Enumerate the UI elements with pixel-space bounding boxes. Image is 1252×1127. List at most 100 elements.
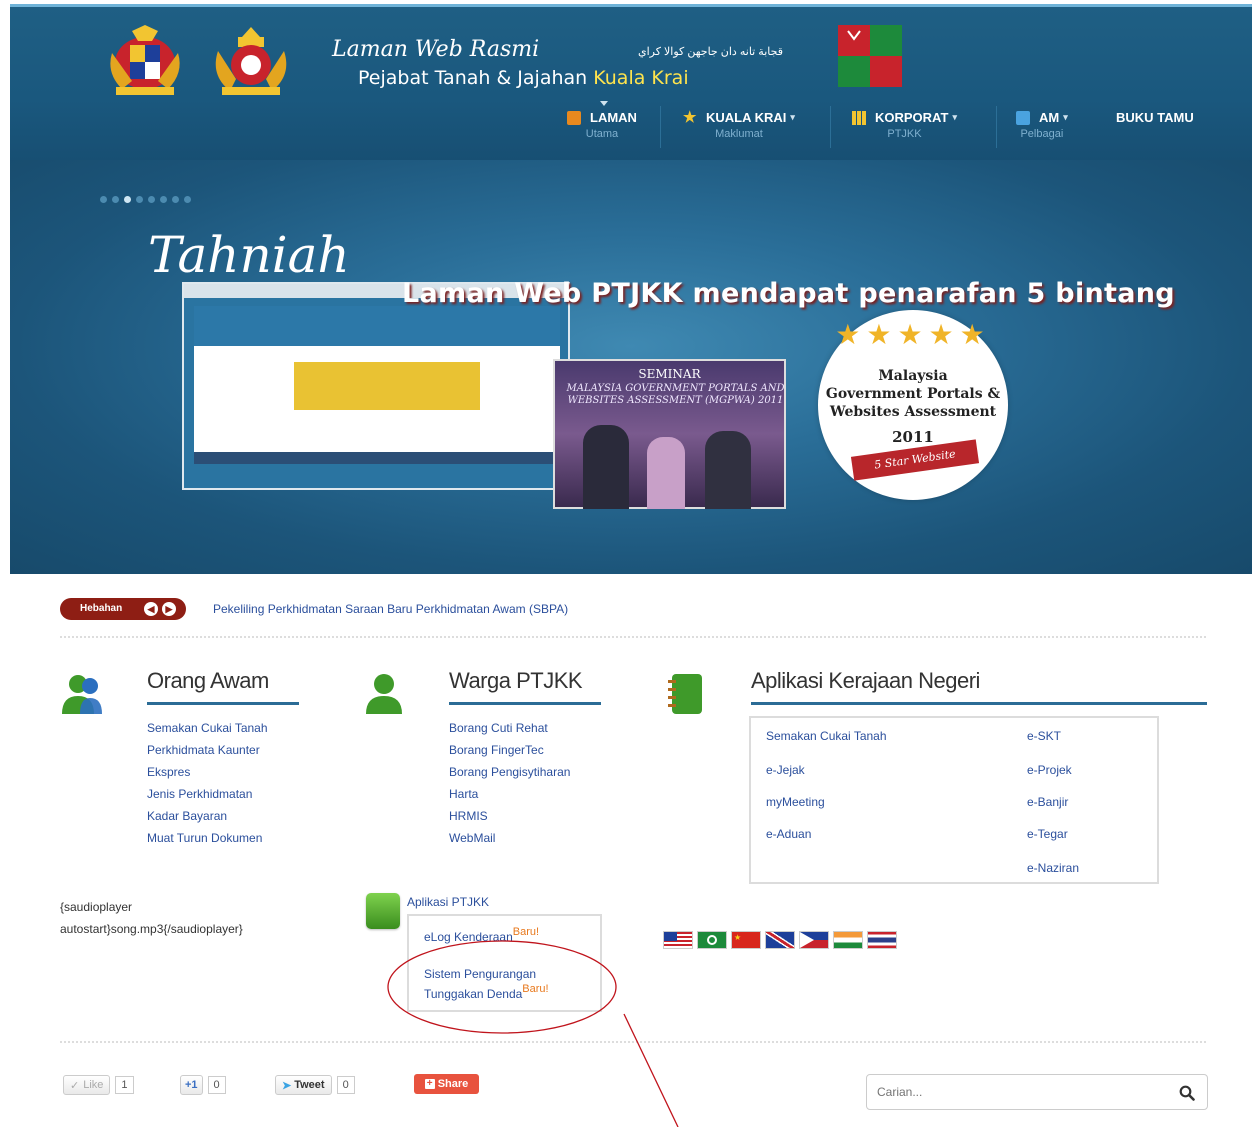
app-e-banjir[interactable]: e-Banjir — [1027, 795, 1068, 809]
badge-line2: Government Portals & — [825, 386, 1001, 402]
app-e-jejak[interactable]: e-Jejak — [766, 763, 805, 777]
link-borang-fingertec[interactable]: Borang FingerTec — [449, 739, 570, 761]
app-elog-label: eLog Kenderaan — [424, 930, 513, 944]
link-jenis-perkhidmatan[interactable]: Jenis Perkhidmatan — [147, 783, 268, 805]
orang-awam-links: Semakan Cukai Tanah Perkhidmata Kaunter … — [147, 717, 268, 849]
facebook-like[interactable]: ✓ Like 1 — [63, 1074, 134, 1096]
link-perkhidmatan-kaunter[interactable]: Perkhidmata Kaunter — [147, 739, 268, 761]
share-button[interactable]: + Share — [414, 1074, 479, 1094]
language-selector: ★ — [663, 931, 897, 949]
nav-buku-tamu[interactable]: BUKU TAMU — [1116, 110, 1194, 150]
hebahan-text: Hebahan — [80, 603, 123, 614]
photo-caption-event: MALAYSIA GOVERNMENT PORTALS AND WEBSITES… — [566, 383, 785, 406]
header-title-jawi: قجابة تانه دان جاجهن كوالا كراي — [638, 46, 783, 58]
flag-thailand-icon[interactable] — [867, 931, 897, 949]
kelantan-crest-logo — [215, 27, 287, 95]
app-e-naziran[interactable]: e-Naziran — [1027, 861, 1079, 875]
dropdown-indicator-icon — [600, 101, 608, 106]
flag-uk-icon[interactable] — [765, 931, 795, 949]
nav-korporat[interactable]: KORPORAT ▾ PTJKK — [852, 110, 957, 150]
link-borang-cuti-rehat[interactable]: Borang Cuti Rehat — [449, 717, 570, 739]
malaysia-coat-of-arms-logo — [110, 25, 180, 95]
app-e-tegar[interactable]: e-Tegar — [1027, 827, 1068, 841]
like-label: Like — [83, 1079, 104, 1091]
tweet-count: 0 — [336, 1076, 355, 1094]
flag-malaysia-icon[interactable] — [663, 931, 693, 949]
like-button[interactable]: ✓ Like — [63, 1075, 111, 1095]
app-sistem-pengurangan-tunggakan-denda[interactable]: Sistem Pengurangan Tunggakan DendaBaru! — [424, 962, 549, 1001]
link-kadar-bayaran[interactable]: Kadar Bayaran — [147, 805, 268, 827]
search-icon[interactable] — [1179, 1085, 1195, 1101]
banner-tahniah: Tahniah — [148, 226, 350, 284]
link-ekspres[interactable]: Ekspres — [147, 761, 268, 783]
search-input[interactable] — [867, 1075, 1167, 1109]
google-plus[interactable]: +1 0 — [180, 1074, 226, 1096]
flag-india-icon[interactable] — [833, 931, 863, 949]
link-hrmis[interactable]: HRMIS — [449, 805, 570, 827]
link-webmail[interactable]: WebMail — [449, 827, 570, 849]
app-e-skt[interactable]: e-SKT — [1027, 729, 1061, 743]
nav-korporat-sub: PTJKK — [887, 128, 922, 140]
slide-dot[interactable] — [184, 196, 191, 203]
twitter-tweet[interactable]: ➤ Tweet 0 — [275, 1074, 355, 1096]
hebahan-label: Hebahan ◀ ▶ — [60, 598, 186, 620]
audioplayer-shortcode-text: {saudioplayer autostart}song.mp3{/saudio… — [60, 896, 243, 940]
slide-dot[interactable] — [160, 196, 167, 203]
tweet-button[interactable]: ➤ Tweet — [275, 1075, 332, 1095]
header-title-main: Pejabat Tanah & Jajahan Kuala Krai — [358, 67, 689, 89]
audioplayer-line2: autostart}song.mp3{/saudioplayer} — [60, 922, 243, 936]
slide-dot[interactable] — [148, 196, 155, 203]
next-arrow-icon[interactable]: ▶ — [162, 602, 176, 616]
slide-dot[interactable] — [172, 196, 179, 203]
news-ticker-link[interactable]: Pekeliling Perkhidmatan Saraan Baru Perk… — [213, 602, 568, 616]
header-title-prefix: Pejabat Tanah & Jajahan — [358, 67, 594, 89]
gplus-button[interactable]: +1 — [180, 1075, 203, 1095]
new-badge: Baru! — [512, 926, 540, 938]
like-count: 1 — [115, 1076, 134, 1094]
slide-dot-active[interactable] — [124, 196, 131, 203]
slide-dot[interactable] — [136, 196, 143, 203]
gplus-count: 0 — [207, 1076, 226, 1094]
flag-china-icon[interactable]: ★ — [731, 931, 761, 949]
link-borang-pengisytiharan[interactable]: Borang Pengisytiharan — [449, 761, 570, 783]
slide-dot[interactable] — [100, 196, 107, 203]
star-icon: ★ — [683, 108, 697, 126]
header-title-script: Laman Web Rasmi — [332, 37, 540, 62]
flag-philippines-icon[interactable] — [799, 931, 829, 949]
badge-year: 2011 — [892, 428, 934, 446]
nav-korporat-label: KORPORAT — [875, 110, 949, 125]
app-e-aduan[interactable]: e-Aduan — [766, 827, 811, 841]
divider — [60, 636, 1206, 638]
notebook-icon — [668, 674, 702, 714]
nav-am-sub: Pelbagai — [1020, 128, 1064, 140]
nav-am[interactable]: AM ▾ Pelbagai — [1016, 110, 1068, 150]
nav-laman-label: LAMAN — [590, 110, 637, 125]
link-semakan-cukai-tanah[interactable]: Semakan Cukai Tanah — [147, 717, 268, 739]
nav-laman[interactable]: LAMAN Utama — [567, 110, 637, 150]
flag-saudi-arabia-icon[interactable] — [697, 931, 727, 949]
tweet-label: Tweet — [294, 1079, 325, 1091]
app-semakan-cukai-tanah[interactable]: Semakan Cukai Tanah — [766, 729, 887, 743]
photo-caption: SEMINAR — [638, 367, 701, 381]
app-mymeeting[interactable]: myMeeting — [766, 795, 825, 809]
share-label: Share — [437, 1078, 469, 1090]
app-elog-kenderaan[interactable]: eLog KenderaanBaru! — [424, 926, 539, 944]
annotation-pointer-line — [623, 1013, 679, 1127]
aplikasi-kerajaan-negeri-title: Aplikasi Kerajaan Negeri — [751, 668, 980, 693]
prev-arrow-icon[interactable]: ◀ — [144, 602, 158, 616]
slide-dot[interactable] — [112, 196, 119, 203]
nav-kuala-krai[interactable]: ★ KUALA KRAI ▾ Maklumat — [683, 110, 795, 150]
slide-indicators[interactable] — [100, 196, 191, 203]
link-muat-turun-dokumen[interactable]: Muat Turun Dokumen — [147, 827, 268, 849]
link-harta[interactable]: Harta — [449, 783, 570, 805]
nav-divider — [996, 106, 997, 148]
app-e-projek[interactable]: e-Projek — [1027, 763, 1072, 777]
user-icon — [366, 674, 402, 714]
hero-banner: Tahniah Laman Web PTJKK mendapat penaraf… — [10, 160, 1252, 574]
aplikasi-ptjkk-title: Aplikasi PTJKK — [407, 895, 490, 909]
app-spt-line2: Tunggakan Denda — [424, 987, 523, 1001]
audioplayer-line1: {saudioplayer — [60, 900, 133, 914]
five-star-award-badge: ★★★★★ Malaysia Government Portals & Webs… — [818, 310, 1008, 500]
banner-headline: Laman Web PTJKK mendapat penarafan 5 bin… — [402, 278, 1175, 309]
aplikasi-negeri-box: Semakan Cukai Tanah e-Jejak myMeeting e-… — [749, 716, 1159, 884]
